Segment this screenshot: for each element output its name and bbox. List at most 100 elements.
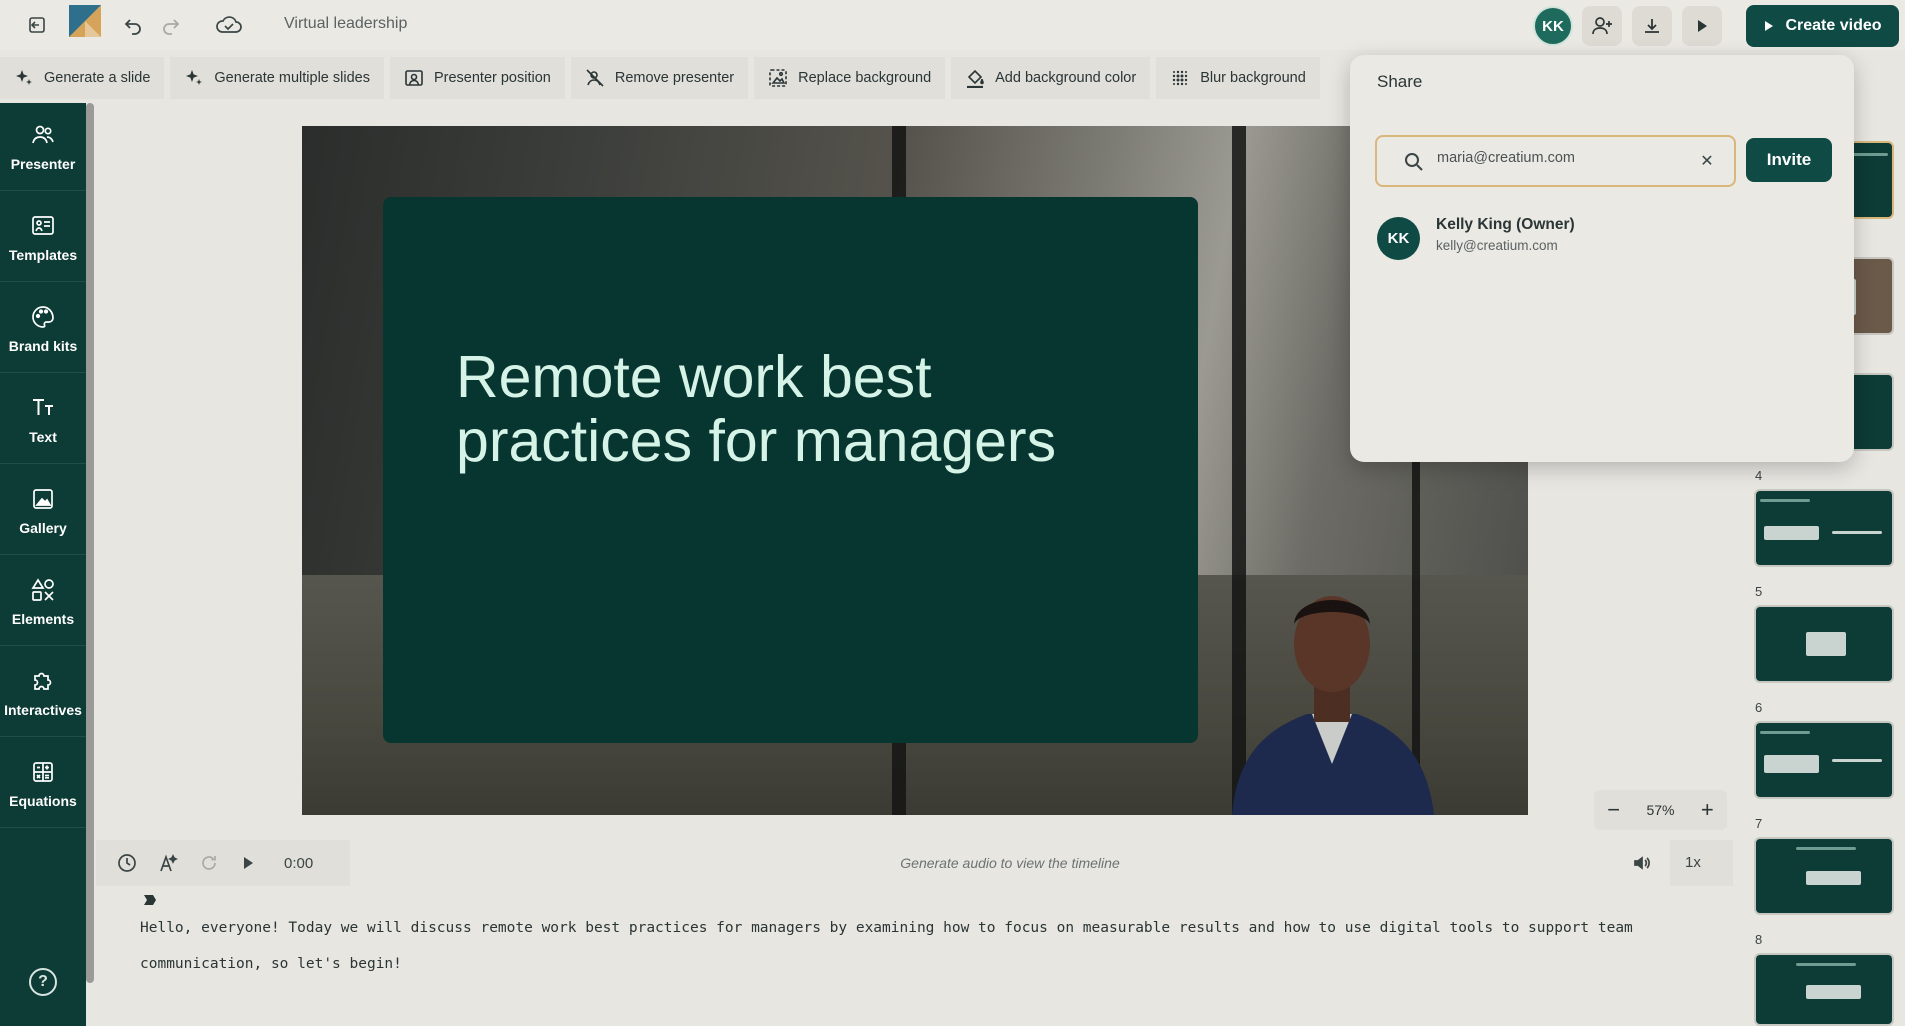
script-marker-icon bbox=[144, 895, 156, 905]
elements-icon bbox=[31, 577, 54, 601]
share-button[interactable] bbox=[1582, 6, 1622, 46]
playback-speed[interactable]: 1x bbox=[1685, 854, 1701, 871]
remove-presenter-label: Remove presenter bbox=[614, 70, 735, 86]
templates-icon bbox=[32, 215, 54, 235]
calculator-icon bbox=[33, 761, 53, 782]
voice-settings-icon[interactable] bbox=[158, 852, 180, 874]
sidebar-item-label: Equations bbox=[9, 792, 77, 809]
sidebar-item-label: Brand kits bbox=[8, 337, 78, 354]
puzzle-icon bbox=[34, 672, 52, 690]
slide-thumbnail[interactable] bbox=[1754, 837, 1894, 915]
sidebar-item-interactives[interactable]: Interactives bbox=[0, 649, 86, 737]
sidebar-item-gallery[interactable]: Gallery bbox=[0, 467, 86, 555]
presenter-avatar[interactable] bbox=[1212, 564, 1452, 815]
zoom-control: − 57% + bbox=[1594, 790, 1727, 830]
slide-thumbnail[interactable] bbox=[1754, 605, 1894, 683]
clock-icon[interactable] bbox=[116, 852, 138, 874]
add-background-color-button[interactable]: Add background color bbox=[951, 57, 1151, 99]
app-logo bbox=[69, 5, 101, 37]
member-name: Kelly King (Owner) bbox=[1436, 216, 1575, 233]
sidebar-item-label: Templates bbox=[8, 246, 78, 263]
zoom-level: 57% bbox=[1646, 802, 1675, 818]
share-panel: Share ✕ Invite KK Kelly King (Owner) kel… bbox=[1350, 55, 1854, 462]
sidebar-item-label: Elements bbox=[11, 610, 75, 627]
gallery-icon bbox=[33, 488, 53, 509]
play-audio-icon[interactable] bbox=[237, 852, 259, 874]
zoom-in-button[interactable]: + bbox=[1701, 797, 1714, 823]
sidebar-item-equations[interactable]: Equations bbox=[0, 740, 86, 828]
invite-button[interactable]: Invite bbox=[1746, 138, 1832, 182]
regenerate-icon[interactable] bbox=[198, 852, 220, 874]
slide-title[interactable]: Remote work best practices for managers bbox=[456, 345, 1156, 473]
download-icon bbox=[1645, 19, 1659, 33]
generate-slide-button[interactable]: Generate a slide bbox=[0, 57, 165, 99]
replace-background-label: Replace background bbox=[798, 70, 932, 86]
preview-button[interactable] bbox=[1682, 6, 1722, 46]
slide-thumbnail[interactable] bbox=[1754, 489, 1894, 567]
exit-icon[interactable] bbox=[24, 12, 50, 38]
search-icon bbox=[1405, 153, 1423, 171]
blur-background-button[interactable]: Blur background bbox=[1156, 57, 1320, 99]
document-title[interactable]: Virtual leadership bbox=[284, 15, 407, 33]
slide-canvas[interactable]: Remote work best practices for managers bbox=[302, 126, 1528, 815]
replace-background-button[interactable]: Replace background bbox=[754, 57, 946, 99]
sidebar-item-label: Interactives bbox=[4, 701, 82, 718]
clear-icon[interactable]: ✕ bbox=[1697, 151, 1717, 171]
help-icon[interactable]: ? bbox=[29, 968, 57, 996]
text-icon bbox=[33, 398, 53, 415]
slide-toolbar: Generate a slide Generate multiple slide… bbox=[0, 57, 1320, 99]
thumbnail-number: 4 bbox=[1755, 468, 1763, 483]
blur-background-label: Blur background bbox=[1200, 70, 1306, 86]
presenter-position-label: Presenter position bbox=[433, 70, 551, 86]
redo-icon[interactable] bbox=[158, 12, 184, 38]
zoom-out-button[interactable]: − bbox=[1607, 797, 1620, 823]
add-user-icon bbox=[1592, 17, 1612, 35]
user-avatar[interactable]: KK bbox=[1533, 6, 1573, 46]
create-video-button[interactable]: Create video bbox=[1746, 5, 1899, 47]
download-button[interactable] bbox=[1632, 6, 1672, 46]
play-icon bbox=[1765, 21, 1774, 31]
invite-email-input[interactable] bbox=[1437, 150, 1687, 166]
left-sidebar: Presenter Templates Brand kits Text Gall… bbox=[0, 103, 86, 1026]
thumbnail-number: 8 bbox=[1755, 932, 1763, 947]
generate-multiple-slides-label: Generate multiple slides bbox=[214, 70, 370, 86]
volume-icon[interactable] bbox=[1631, 852, 1653, 874]
invite-email-field[interactable]: ✕ bbox=[1375, 135, 1736, 187]
timeline-track[interactable]: Generate audio to view the timeline bbox=[350, 840, 1670, 886]
share-title: Share bbox=[1377, 72, 1423, 91]
slide-thumbnail[interactable] bbox=[1754, 721, 1894, 799]
timeline-bar: 0:00 Generate audio to view the timeline… bbox=[96, 840, 1733, 886]
sidebar-item-text[interactable]: Text bbox=[0, 376, 86, 464]
palette-icon bbox=[32, 305, 54, 328]
play-icon bbox=[1698, 20, 1707, 32]
timeline-time: 0:00 bbox=[284, 855, 314, 872]
sidebar-item-presenter[interactable]: Presenter bbox=[0, 103, 86, 191]
add-background-color-label: Add background color bbox=[995, 70, 1137, 86]
sidebar-item-label: Presenter bbox=[10, 155, 76, 172]
thumbnail-number: 7 bbox=[1755, 816, 1763, 831]
remove-presenter-button[interactable]: Remove presenter bbox=[570, 57, 749, 99]
timeline-placeholder: Generate audio to view the timeline bbox=[900, 855, 1120, 871]
generate-slide-label: Generate a slide bbox=[44, 70, 151, 86]
paint-bucket-icon bbox=[967, 69, 984, 88]
replace-background-icon bbox=[769, 69, 787, 87]
member-avatar: KK bbox=[1377, 217, 1420, 260]
sidebar-item-elements[interactable]: Elements bbox=[0, 558, 86, 646]
thumbnail-number: 5 bbox=[1755, 584, 1763, 599]
presenter-position-button[interactable]: Presenter position bbox=[389, 57, 565, 99]
presenter-position-icon bbox=[405, 70, 423, 86]
sidebar-item-label: Gallery bbox=[19, 519, 67, 536]
sidebar-item-brand-kits[interactable]: Brand kits bbox=[0, 285, 86, 373]
sidebar-item-label: Text bbox=[29, 428, 57, 445]
cloud-save-icon[interactable] bbox=[214, 12, 244, 38]
sidebar-scrollbar[interactable] bbox=[86, 103, 94, 983]
generate-multiple-slides-button[interactable]: Generate multiple slides bbox=[170, 57, 384, 99]
sparkle-icon bbox=[186, 70, 203, 85]
slide-text-card[interactable]: Remote work best practices for managers bbox=[383, 197, 1198, 743]
create-video-label: Create video bbox=[1785, 17, 1882, 34]
sidebar-item-templates[interactable]: Templates bbox=[0, 194, 86, 282]
slide-thumbnail[interactable] bbox=[1754, 953, 1894, 1026]
sparkle-icon bbox=[16, 70, 32, 85]
script-text[interactable]: Hello, everyone! Today we will discuss r… bbox=[140, 910, 1720, 982]
undo-icon[interactable] bbox=[120, 12, 146, 38]
